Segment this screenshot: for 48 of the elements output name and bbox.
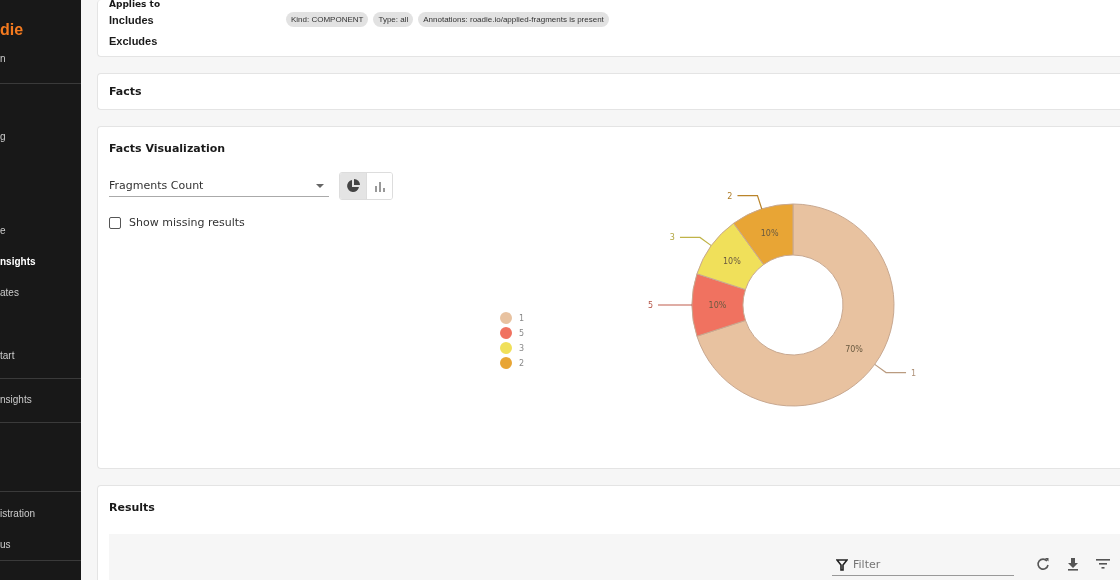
legend-label: 1 bbox=[519, 313, 525, 323]
bar-chart-icon bbox=[373, 180, 386, 192]
slice-category-label: 1 bbox=[911, 368, 917, 378]
sidebar-item[interactable]: nsights bbox=[0, 246, 81, 277]
filter-chip: Kind: COMPONENT bbox=[286, 12, 369, 27]
card-title: Applies to bbox=[109, 0, 162, 9]
pie-chart-toggle[interactable] bbox=[340, 173, 366, 199]
checkbox[interactable] bbox=[109, 216, 121, 229]
slice-category-label: 5 bbox=[647, 301, 653, 310]
slice-percent-label: 10% bbox=[760, 229, 779, 239]
card-title: Facts Visualization bbox=[109, 142, 227, 155]
filter-chip: Annotations: roadie.io/applied-fragments is present bbox=[418, 12, 609, 27]
leader-line bbox=[736, 195, 763, 210]
bar-chart-toggle[interactable] bbox=[366, 173, 392, 199]
sidebar-item[interactable]: us bbox=[0, 529, 81, 560]
logo-text: die bbox=[0, 21, 25, 40]
includes-label: Includes bbox=[109, 13, 155, 26]
filter-chip: Type: all bbox=[373, 12, 414, 27]
card-title: Results bbox=[109, 501, 156, 514]
filter-list-icon[interactable] bbox=[1096, 559, 1110, 569]
legend-label: 5 bbox=[519, 328, 525, 338]
leader-line bbox=[874, 363, 907, 374]
download-icon[interactable] bbox=[1067, 557, 1079, 571]
sidebar-item[interactable]: e bbox=[0, 215, 81, 246]
sidebar-item[interactable]: ates bbox=[0, 277, 81, 308]
sidebar-item[interactable]: n bbox=[0, 49, 81, 69]
filter-field[interactable]: Filter bbox=[832, 553, 1014, 576]
excludes-label: Excludes bbox=[109, 34, 159, 47]
slice-percent-label: 70% bbox=[845, 345, 863, 355]
leader-line bbox=[657, 304, 693, 306]
sidebar-item[interactable]: nsights bbox=[0, 384, 81, 415]
sidebar-item[interactable]: istration bbox=[0, 498, 81, 529]
sidebar-item[interactable]: tart bbox=[0, 340, 81, 371]
leader-line bbox=[679, 236, 712, 247]
fact-select[interactable]: Fragments Count bbox=[109, 175, 329, 197]
sidebar-item[interactable]: g bbox=[0, 121, 81, 152]
refresh-icon[interactable] bbox=[1036, 557, 1050, 571]
checkbox-label: Show missing results bbox=[129, 216, 245, 229]
slice-category-label: 2 bbox=[727, 191, 733, 201]
slice-percent-label: 10% bbox=[723, 256, 741, 266]
slice-category-label: 3 bbox=[669, 233, 675, 243]
filter-icon bbox=[836, 558, 848, 571]
card-title: Facts bbox=[109, 85, 142, 98]
legend-label: 3 bbox=[519, 343, 525, 353]
legend-label: 2 bbox=[519, 358, 525, 368]
slice-percent-label: 10% bbox=[708, 301, 727, 310]
pie-chart-icon bbox=[346, 179, 360, 193]
dropdown-caret-icon bbox=[315, 182, 325, 189]
